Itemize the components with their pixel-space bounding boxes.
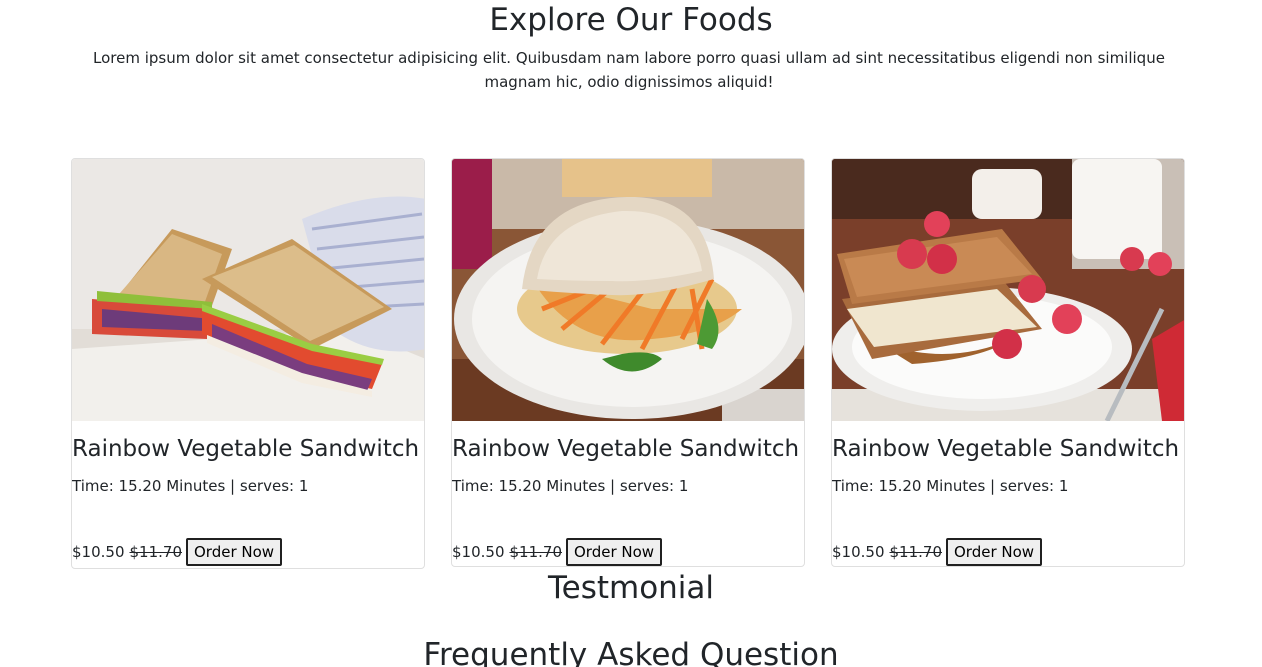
food-old-price: $11.70	[129, 543, 183, 561]
food-card: Rainbow Vegetable Sandwitch Time: 15.20 …	[451, 158, 805, 567]
food-card: Rainbow Vegetable Sandwitch Time: 15.20 …	[71, 158, 425, 569]
food-price: $10.50	[72, 543, 125, 561]
page: Explore Our Foods Lorem ipsum dolor sit …	[0, 0, 1262, 667]
explore-foods-intro: Lorem ipsum dolor sit amet consectetur a…	[93, 49, 1165, 91]
food-card-meta: Time: 15.20 Minutes | serves: 1	[832, 477, 1069, 495]
food-price: $10.50	[452, 543, 505, 561]
food-card-footer: $10.50 $11.70 Order Now	[452, 538, 663, 566]
food-card-footer: $10.50 $11.70 Order Now	[72, 538, 283, 566]
order-now-button[interactable]: Order Now	[186, 538, 283, 566]
food-card-meta: Time: 15.20 Minutes | serves: 1	[72, 477, 309, 495]
food-card-meta: Time: 15.20 Minutes | serves: 1	[452, 477, 689, 495]
sandwich-triangle-photo	[72, 159, 424, 421]
food-card-title: Rainbow Vegetable Sandwitch	[452, 436, 800, 462]
food-price: $10.50	[832, 543, 885, 561]
food-old-price: $11.70	[889, 543, 943, 561]
testimonial-title: Testmonial	[547, 570, 715, 606]
food-card-title: Rainbow Vegetable Sandwitch	[72, 436, 420, 462]
food-card-footer: $10.50 $11.70 Order Now	[832, 538, 1043, 566]
raspberry-french-toast-photo	[832, 159, 1184, 421]
faq-title: Frequently Asked Question	[423, 637, 839, 667]
food-card-title: Rainbow Vegetable Sandwitch	[832, 436, 1180, 462]
order-now-button[interactable]: Order Now	[566, 538, 663, 566]
order-now-button[interactable]: Order Now	[946, 538, 1043, 566]
explore-foods-title: Explore Our Foods	[489, 2, 773, 38]
food-old-price: $11.70	[509, 543, 563, 561]
ciabatta-sandwich-photo	[452, 159, 804, 421]
food-card: Rainbow Vegetable Sandwitch Time: 15.20 …	[831, 158, 1185, 567]
